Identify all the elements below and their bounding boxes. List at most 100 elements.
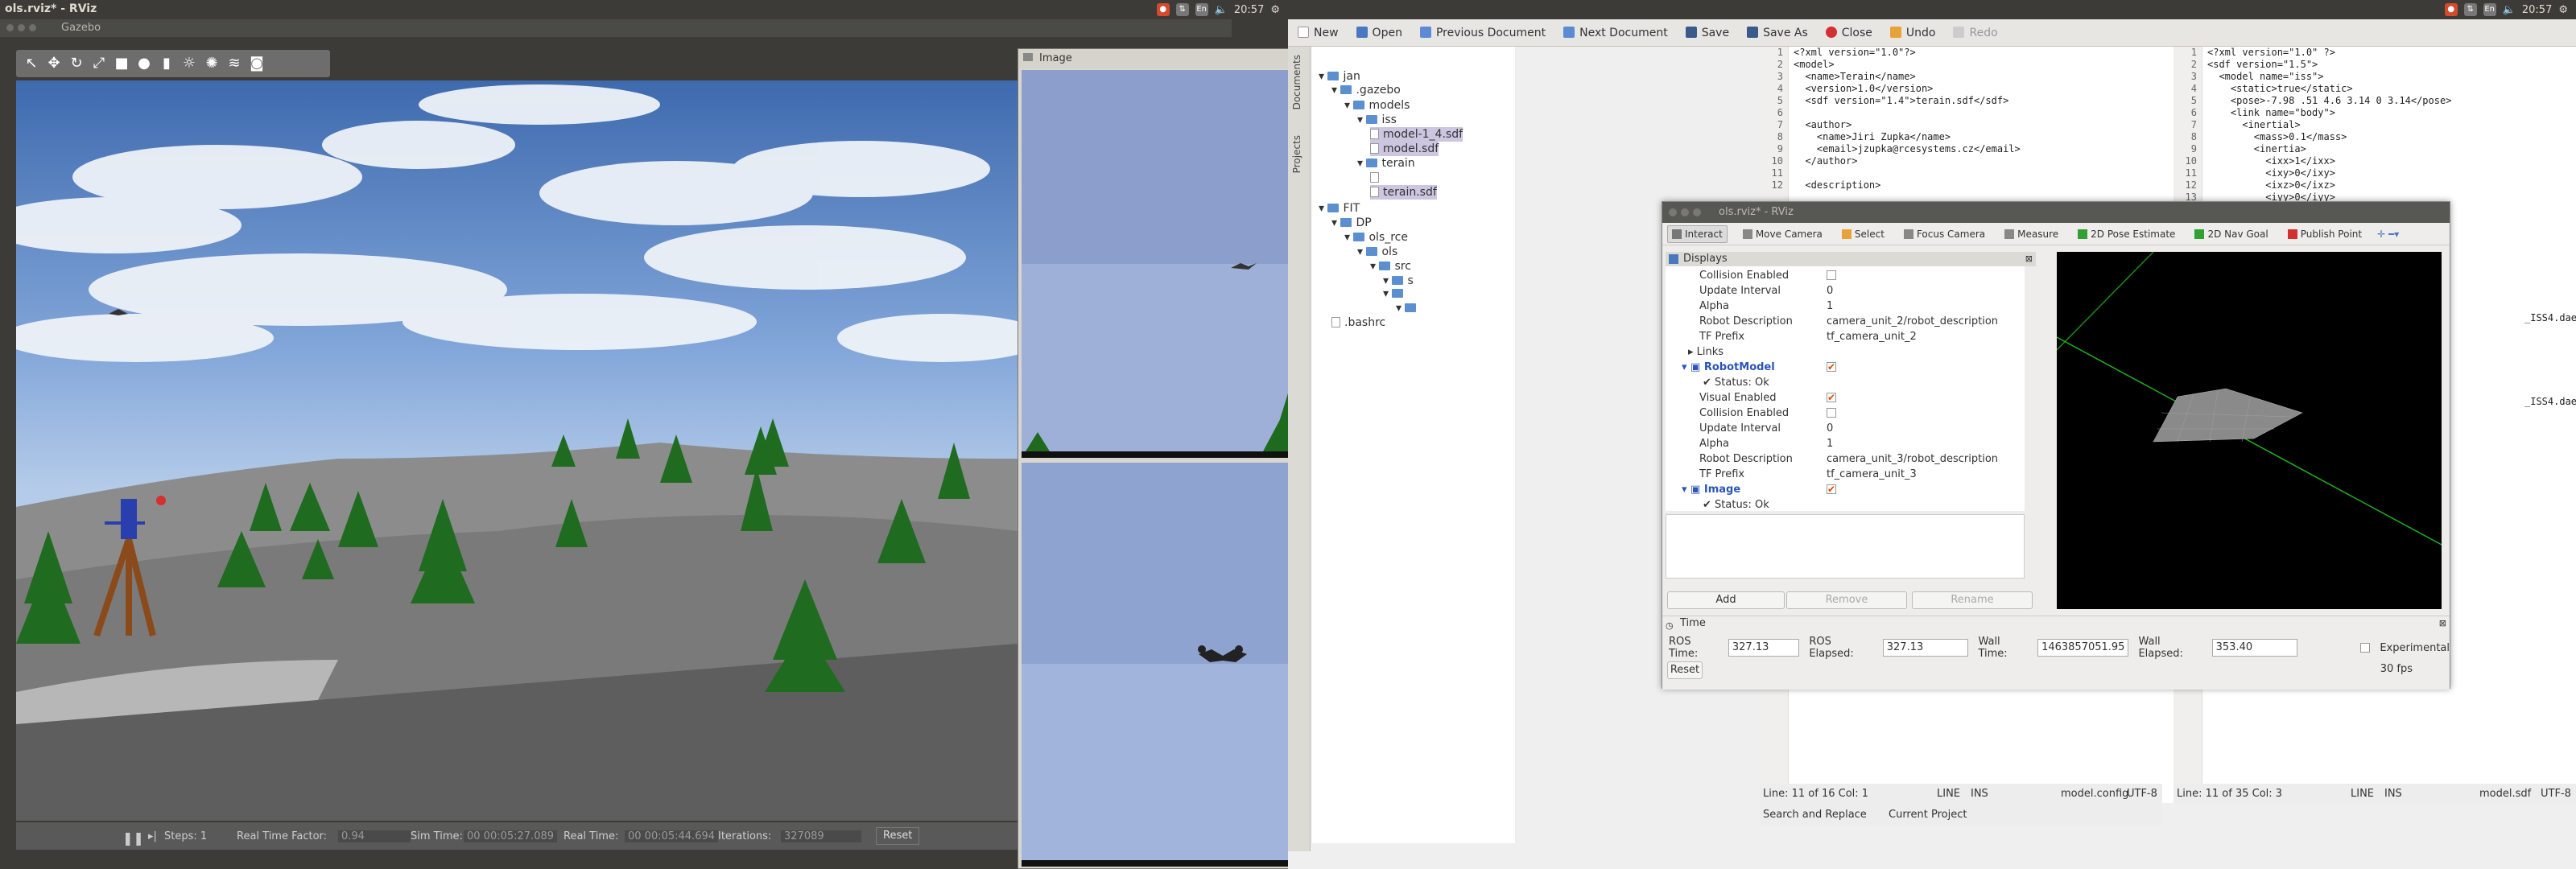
rotate-icon[interactable]: ↻ [68, 55, 85, 72]
tool-move-camera[interactable]: Move Camera [1739, 226, 1827, 242]
expander-icon[interactable]: ▾ [1357, 113, 1366, 126]
code-line[interactable]: <static>true</static> [2207, 83, 2451, 95]
expander-icon[interactable]: ▾ [1331, 216, 1340, 229]
tree-file[interactable]: terain.sdf [1370, 185, 1437, 200]
step-icon[interactable]: ▸| [148, 830, 157, 842]
display-property-row[interactable]: ▸ Links [1666, 344, 2025, 360]
gazebo-3d-viewport[interactable] [16, 80, 1018, 821]
property-value[interactable] [1827, 482, 1836, 497]
tree-folder[interactable]: ▾ models [1344, 98, 1410, 113]
line-mode[interactable]: LINE [1937, 784, 1960, 805]
select-arrow-icon[interactable]: ↖ [23, 55, 40, 72]
network-icon[interactable]: ⇅ [1175, 3, 1189, 16]
tree-folder[interactable]: ▾ ols_rce [1344, 230, 1408, 245]
checkbox[interactable] [1827, 360, 1836, 375]
code-line[interactable]: <ixz>0</ixz> [2207, 179, 2451, 192]
chrome-icon[interactable]: ● [2444, 3, 2458, 16]
add-tool-icon[interactable]: ✛ ━▾ [2377, 229, 2399, 240]
checkbox[interactable] [1827, 408, 1836, 418]
remove-button[interactable]: Remove [1786, 591, 1907, 609]
code-line[interactable] [1794, 107, 2021, 119]
code-line[interactable]: <model name="iss"> [2207, 71, 2451, 83]
close-icon[interactable] [6, 24, 14, 31]
code-line[interactable]: <description> [1794, 179, 2021, 192]
close-icon[interactable]: ⊠ [2439, 616, 2446, 631]
minimize-icon[interactable] [1681, 208, 1689, 216]
code-line[interactable]: <?xml version="1.0" ?> [2207, 47, 2451, 59]
tree-folder[interactable]: ▾ jan [1319, 69, 1360, 84]
previous-document-button[interactable]: Previous Document [1419, 26, 1546, 39]
code-line[interactable]: <ixx>1</ixx> [2207, 155, 2451, 167]
display-property-row[interactable]: ✔ Status: Ok [1666, 375, 2025, 390]
checkbox[interactable] [1827, 270, 1836, 280]
save-as-button[interactable]: Save As [1747, 26, 1808, 39]
new-button[interactable]: New [1298, 26, 1339, 39]
keyboard-icon[interactable]: En [2483, 3, 2496, 16]
tool-focus-camera[interactable]: Focus Camera [1900, 226, 1989, 242]
time-reset-button[interactable]: Reset [1667, 661, 1703, 679]
expander-icon[interactable]: ▾ [1370, 260, 1379, 273]
tree-file[interactable]: model.sdf [1370, 142, 1439, 156]
display-property-row[interactable]: Update Interval 0 [1666, 421, 2025, 436]
property-value[interactable] [1827, 268, 1836, 283]
ros-elapsed-field[interactable]: 327.13 [1882, 639, 1969, 657]
tree-folder[interactable]: ▾ iss [1357, 113, 1397, 127]
code-line[interactable]: <link name="body"> [2207, 107, 2451, 119]
tree-file[interactable]: .bashrc [1331, 315, 1385, 330]
volume-icon[interactable]: 🔈 [2503, 4, 2516, 16]
code-line[interactable]: <inertia> [2207, 143, 2451, 155]
tab-documents[interactable]: Documents [1291, 55, 1302, 109]
maximize-icon[interactable] [1693, 208, 1701, 216]
code-line[interactable] [1794, 167, 2021, 179]
rviz-3d-view[interactable] [2057, 252, 2442, 609]
code-line[interactable]: <name>Jiri Zupka</name> [1794, 131, 2021, 143]
display-property-row[interactable]: ▾ ▣ RobotModel [1666, 360, 2025, 375]
file-type[interactable]: model.config [2061, 784, 2128, 805]
file-type[interactable]: model.sdf [2479, 784, 2531, 805]
expander-icon[interactable]: ▾ [1383, 274, 1392, 287]
translate-icon[interactable]: ✥ [45, 55, 63, 72]
property-value[interactable]: 0 [1827, 283, 1833, 299]
tool-2d-nav-goal[interactable]: 2D Nav Goal [2190, 226, 2272, 242]
property-value[interactable] [1827, 360, 1836, 375]
expander-icon[interactable]: ▾ [1319, 70, 1327, 83]
maximize-icon[interactable] [29, 24, 36, 31]
scale-icon[interactable]: ⤢ [90, 55, 108, 72]
code-line[interactable]: <version>1.0</version> [1794, 83, 2021, 95]
expander-icon[interactable]: ▾ [1357, 157, 1366, 170]
property-value[interactable]: 1 [1827, 299, 1833, 314]
tree-file[interactable]: model-1_4.sdf [1370, 127, 1463, 142]
tree-folder[interactable]: ▾ ols [1357, 245, 1397, 259]
code-line[interactable]: <sdf version="1.5"> [2207, 59, 2451, 71]
display-property-row[interactable]: Visual Enabled [1666, 390, 2025, 406]
tool-2d-pose-estimate[interactable]: 2D Pose Estimate [2074, 226, 2179, 242]
sphere-icon[interactable]: ● [135, 55, 153, 72]
settings-gear-icon[interactable]: ⚙ [2558, 4, 2568, 16]
camera-icon[interactable]: ◙ [248, 55, 266, 72]
code-text[interactable]: <?xml version="1.0" ?> <sdf version="1.5"… [2207, 47, 2451, 204]
display-property-row[interactable]: ✔ Status: Ok [1666, 497, 2025, 511]
property-value[interactable]: camera_unit_2/robot_description [1827, 314, 1998, 329]
code-line[interactable]: <?xml version="1.0"?> [1794, 47, 2021, 59]
add-button[interactable]: Add [1667, 591, 1785, 609]
property-value[interactable]: 0 [1827, 421, 1833, 436]
box-icon[interactable]: ■ [113, 55, 130, 72]
tool-select[interactable]: Select [1838, 226, 1889, 242]
volume-icon[interactable]: 🔈 [1215, 4, 1228, 16]
tree-folder[interactable]: ▾ [1383, 286, 1407, 301]
current-project-tab[interactable]: Current Project [1889, 805, 1967, 826]
tree-folder[interactable]: ▾ .gazebo [1331, 83, 1401, 97]
undo-button[interactable]: Undo [1889, 26, 1935, 39]
minimize-icon[interactable] [18, 24, 25, 31]
expander-icon[interactable]: ▾ [1331, 84, 1340, 97]
code-line[interactable]: <inertial> [2207, 119, 2451, 131]
cylinder-icon[interactable]: ▮ [158, 55, 175, 72]
expander-icon[interactable]: ▾ [1383, 287, 1392, 300]
pause-icon[interactable]: ❚❚ [122, 830, 144, 846]
tool-measure[interactable]: Measure [2000, 226, 2062, 242]
close-icon[interactable]: ⊠ [2025, 252, 2033, 266]
open-button[interactable]: Open [1356, 26, 1402, 39]
rename-button[interactable]: Rename [1912, 591, 2033, 609]
wall-time-field[interactable]: 1463857051.95 [2037, 639, 2129, 657]
encoding[interactable]: UTF-8 [2127, 784, 2157, 805]
